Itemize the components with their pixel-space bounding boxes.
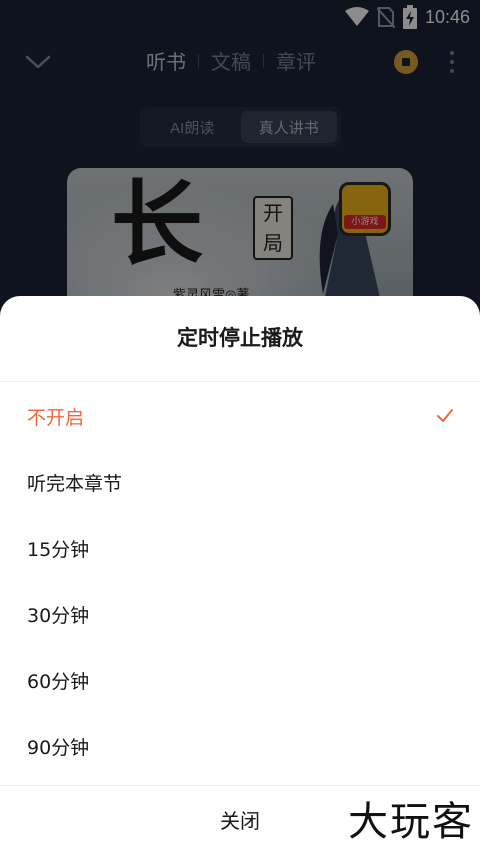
- timer-option-off[interactable]: 不开启: [0, 383, 480, 449]
- sleep-timer-sheet: 定时停止播放 不开启 听完本章节 15分钟 30分钟 60分钟 90分钟 关闭 …: [0, 296, 480, 853]
- timer-option-end-of-chapter[interactable]: 听完本章节: [0, 449, 480, 515]
- checkmark-icon: [437, 409, 453, 422]
- timer-option-15min[interactable]: 15分钟: [0, 515, 480, 581]
- timer-option-label: 30分钟: [27, 604, 90, 627]
- timer-option-label: 不开启: [27, 406, 85, 429]
- timer-option-label: 90分钟: [27, 736, 90, 759]
- timer-option-label: 听完本章节: [27, 472, 123, 495]
- sheet-title: 定时停止播放: [177, 326, 303, 350]
- timer-option-90min[interactable]: 90分钟: [0, 713, 480, 779]
- watermark: 大玩客: [348, 799, 474, 845]
- timer-option-label: 15分钟: [27, 538, 90, 561]
- divider: [0, 381, 480, 382]
- timer-option-60min[interactable]: 60分钟: [0, 647, 480, 713]
- timer-option-30min[interactable]: 30分钟: [0, 581, 480, 647]
- timer-option-label: 60分钟: [27, 670, 90, 693]
